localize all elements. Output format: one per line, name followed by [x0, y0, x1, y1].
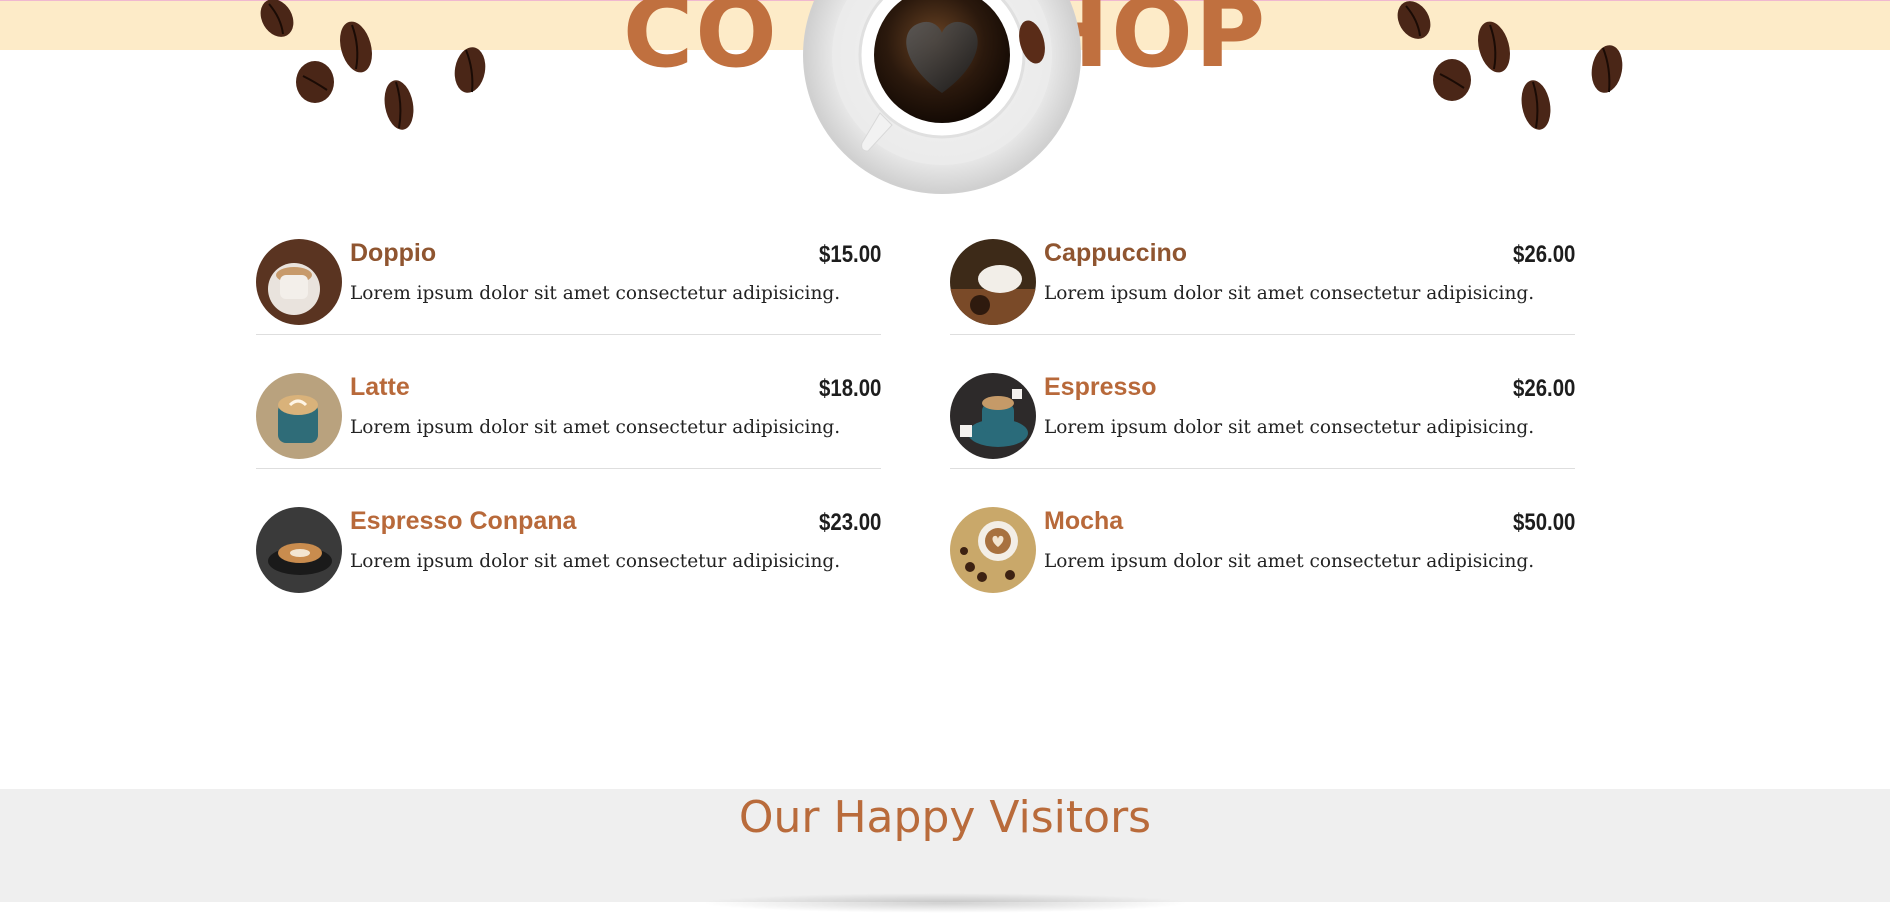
espresso-conpana-thumbnail [256, 507, 342, 593]
menu-item-price: $15.00 [818, 241, 881, 268]
visitors-title: Our Happy Visitors [738, 792, 1152, 843]
menu-item[interactable]: Doppio $15.00 Lorem ipsum dolor sit amet… [256, 239, 881, 335]
menu-item[interactable]: Mocha $50.00 Lorem ipsum dolor sit amet … [950, 507, 1575, 602]
menu-item-price: $50.00 [1512, 509, 1575, 536]
latte-thumbnail [256, 373, 342, 459]
coffee-bean-icon [1017, 16, 1047, 73]
coffee-bean-icon [255, 0, 299, 45]
coffee-bean-icon [1518, 76, 1554, 139]
menu-item-description: Lorem ipsum dolor sit amet consectetur a… [1044, 283, 1535, 304]
menu-item-description: Lorem ipsum dolor sit amet consectetur a… [350, 417, 841, 438]
menu-item-price: $23.00 [818, 509, 881, 536]
menu-item-name: Doppio [350, 239, 437, 267]
menu-item[interactable]: Cappuccino $26.00 Lorem ipsum dolor sit … [950, 239, 1575, 335]
espresso-thumbnail [950, 373, 1036, 459]
visitors-card-shadow [700, 893, 1190, 913]
menu-item-description: Lorem ipsum dolor sit amet consectetur a… [1044, 417, 1535, 438]
coffee-bean-icon [1392, 0, 1436, 47]
coffee-bean-icon [452, 44, 488, 101]
menu-item-name: Latte [350, 373, 410, 401]
menu-item[interactable]: Latte $18.00 Lorem ipsum dolor sit amet … [256, 373, 881, 469]
menu-item-price: $26.00 [1512, 375, 1575, 402]
coffee-bean-icon [1430, 58, 1474, 107]
menu-item-description: Lorem ipsum dolor sit amet consectetur a… [350, 283, 841, 304]
coffee-bean-icon [1589, 42, 1625, 101]
menu-item-name: Mocha [1044, 507, 1124, 535]
menu-item-description: Lorem ipsum dolor sit amet consectetur a… [350, 551, 841, 572]
cappuccino-thumbnail [950, 239, 1036, 325]
coffee-bean-icon [381, 76, 417, 139]
doppio-thumbnail [256, 239, 342, 325]
hero-title-left: CO [622, 0, 779, 89]
menu-item-name: Cappuccino [1044, 239, 1188, 267]
coffee-bean-icon [338, 17, 374, 82]
menu-item-price: $18.00 [818, 375, 881, 402]
menu-item-name: Espresso Conpana [350, 507, 577, 535]
coffee-bean-icon [293, 60, 337, 109]
coffee-bean-icon [1476, 17, 1512, 82]
menu-item-price: $26.00 [1512, 241, 1575, 268]
mocha-thumbnail [950, 507, 1036, 593]
menu-item-description: Lorem ipsum dolor sit amet consectetur a… [1044, 551, 1535, 572]
menu-item-name: Espresso [1044, 373, 1157, 401]
menu-item[interactable]: Espresso $26.00 Lorem ipsum dolor sit am… [950, 373, 1575, 469]
menu-item[interactable]: Espresso Conpana $23.00 Lorem ipsum dolo… [256, 507, 881, 602]
